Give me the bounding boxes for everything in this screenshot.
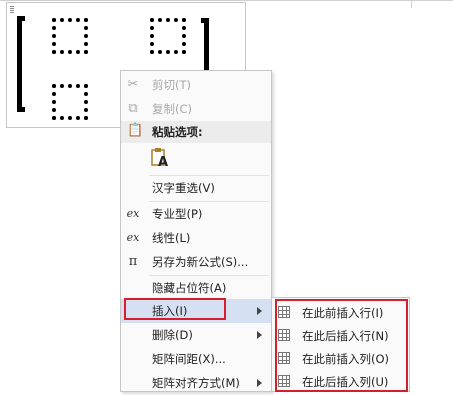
menu-item-save-as-new-equation[interactable]: π 另存为新公式(S)... <box>121 250 271 274</box>
menu-item-matrix-alignment[interactable]: 矩阵对齐方式(M) <box>121 371 271 395</box>
save-equation-icon: π <box>128 254 138 269</box>
menu-item-hanzi-reselect[interactable]: 汉字重选(V) <box>121 176 271 200</box>
menu-item-professional[interactable]: e𝑥 专业型(P) <box>121 202 271 226</box>
matrix-placeholder[interactable] <box>52 18 88 54</box>
matrix-placeholder[interactable] <box>52 84 88 120</box>
submenu-arrow-icon <box>257 331 262 339</box>
equation-professional-icon: e𝑥 <box>126 207 140 220</box>
submenu-arrow-icon <box>257 379 262 387</box>
document-divider <box>411 0 412 8</box>
equation-handle-icon[interactable] <box>10 5 15 19</box>
insert-highlight-box <box>124 298 226 320</box>
paste-icon: 📋 <box>127 123 144 138</box>
copy-icon: ⧉ <box>128 101 138 116</box>
cut-icon: ✂ <box>127 77 139 92</box>
document-edge <box>0 0 453 1</box>
menu-item-copy[interactable]: ⧉ 复制(C) <box>121 97 271 121</box>
submenu-arrow-icon <box>257 307 262 315</box>
matrix-placeholder[interactable] <box>150 18 186 54</box>
menu-item-linear[interactable]: e𝑥 线性(L) <box>121 226 271 250</box>
equation-linear-icon: e𝑥 <box>126 231 140 244</box>
menu-item-cut[interactable]: ✂ 剪切(T) <box>121 73 271 97</box>
context-menu: ✂ 剪切(T) ⧉ 复制(C) 📋 粘贴选项: A 汉字重选(V) e𝑥 专业型… <box>120 70 272 392</box>
menu-item-hide-placeholders[interactable]: 隐藏占位符(A) <box>121 276 271 300</box>
matrix-left-bracket <box>17 16 25 112</box>
paste-options-header: 📋 粘贴选项: <box>121 121 271 143</box>
submenu-highlight-box <box>275 299 408 392</box>
paste-option-keep-text[interactable]: A <box>149 147 171 171</box>
menu-item-matrix-spacing[interactable]: 矩阵间距(X)... <box>121 347 271 371</box>
menu-item-delete[interactable]: 删除(D) <box>121 323 271 347</box>
